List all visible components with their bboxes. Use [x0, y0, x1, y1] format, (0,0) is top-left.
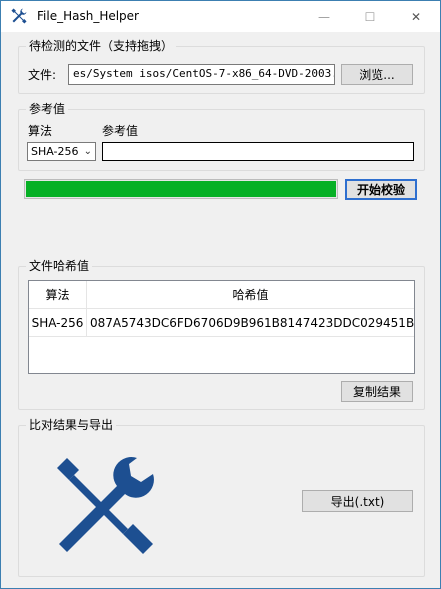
wrench-screwdriver-icon [11, 8, 27, 24]
hash-group-title: 文件哈希值 [26, 258, 93, 274]
column-header-hash[interactable]: 哈希值 [87, 281, 414, 309]
algorithm-select-value: SHA-256 [31, 145, 79, 158]
copy-result-button[interactable]: 复制结果 [341, 381, 413, 402]
export-txt-button[interactable]: 导出(.txt) [302, 490, 413, 512]
minimize-button[interactable]: — [301, 1, 347, 32]
ref-group-title: 参考值 [26, 101, 69, 117]
start-verify-button[interactable]: 开始校验 [345, 179, 417, 200]
column-header-algorithm[interactable]: 算法 [29, 281, 87, 309]
file-path-input[interactable]: es/System isos/CentOS-7-x86_64-DVD-2003.… [68, 64, 335, 85]
table-cell-hash[interactable]: 087A5743DC6FD6706D9B961B8147423DDC029451… [87, 309, 414, 337]
file-group-title: 待检测的文件（支持拖拽） [26, 38, 177, 54]
window-title: File_Hash_Helper [37, 9, 139, 23]
app-window: File_Hash_Helper — ☐ ✕ 待检测的文件（支持拖拽） 文件: … [0, 0, 441, 589]
table-cell-algorithm[interactable]: SHA-256 [29, 309, 87, 337]
progress-fill [26, 181, 336, 197]
ref-group: 参考值 [18, 101, 425, 171]
progress-bar [24, 179, 338, 199]
close-button[interactable]: ✕ [393, 1, 439, 32]
chevron-down-icon: ⌄ [83, 146, 92, 157]
wrench-screwdriver-icon [57, 457, 154, 554]
algo-label: 算法 [28, 124, 53, 138]
compare-group-title: 比对结果与导出 [26, 417, 117, 433]
file-label: 文件: [28, 68, 57, 82]
reference-value-input[interactable] [102, 142, 414, 161]
hash-table: 算法 哈希值 SHA-256 087A5743DC6FD6706D9B961B8… [28, 280, 415, 374]
browse-button[interactable]: 浏览... [341, 64, 413, 85]
title-bar[interactable]: File_Hash_Helper — ☐ ✕ [1, 1, 440, 32]
ref-value-label: 参考值 [102, 124, 139, 138]
maximize-button[interactable]: ☐ [347, 1, 393, 32]
algorithm-select[interactable]: SHA-256 ⌄ [27, 142, 96, 161]
